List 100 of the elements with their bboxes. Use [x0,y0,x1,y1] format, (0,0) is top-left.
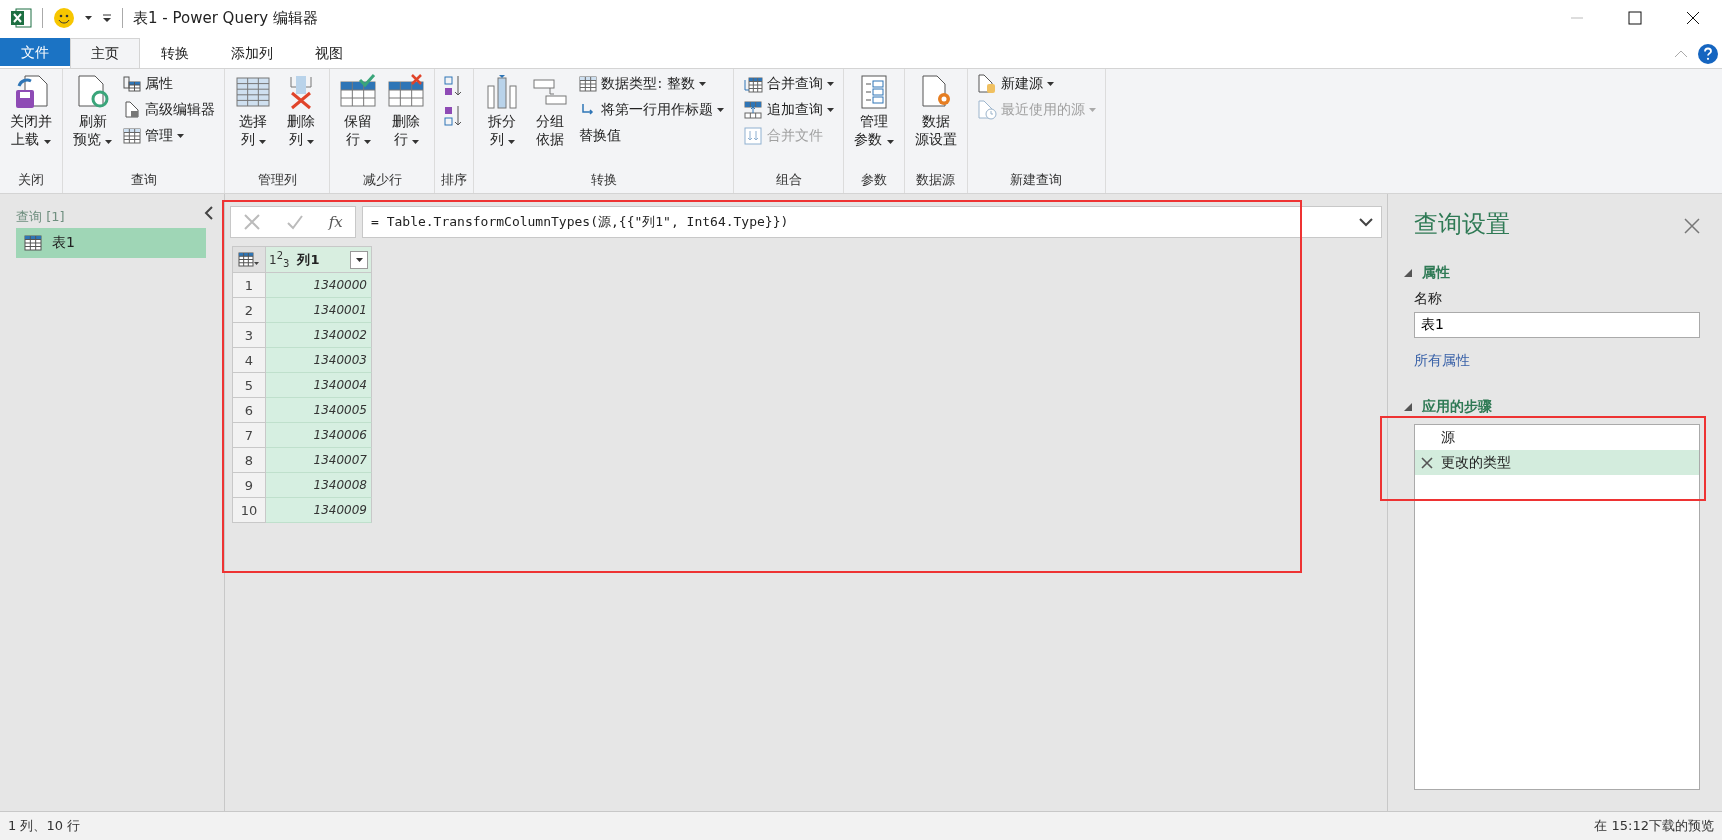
table-cell: 1340006 [266,423,372,448]
ribbon-button[interactable]: 替换值 [576,124,728,148]
ribbon-button[interactable]: 选择 列 [231,72,276,150]
row-number: 10 [232,498,266,523]
row-number: 3 [232,323,266,348]
close-icon [1686,11,1700,25]
table-cell: 1340009 [266,498,372,523]
properties-icon [123,75,142,93]
ribbon-button[interactable]: 管理 [120,124,219,148]
table-icon [579,75,598,93]
expand-triangle-icon [1404,269,1412,277]
combine-files-icon [743,126,764,146]
row-number: 8 [232,448,266,473]
ribbon-button[interactable]: 拆分 列 [480,72,525,150]
ribbon-button[interactable]: 删除 列 [279,72,324,150]
sort-ascending-icon [443,74,464,98]
ribbon-button[interactable]: 新建源 [973,72,1099,96]
close-icon [1684,218,1700,234]
save-close-icon [13,74,49,110]
ribbon-button[interactable]: 高级编辑器 [120,98,219,122]
merge-icon [743,74,764,94]
ribbon-button[interactable]: 将第一行用作标题 [576,98,728,122]
ribbon-tab[interactable]: 文件 [0,38,70,66]
group-label: 参数 [860,171,889,189]
field-label: 名称 [1414,290,1443,308]
function-button[interactable]: fx [328,213,343,231]
group-label: 查询 [129,171,158,189]
row-number: 4 [232,348,266,373]
recent-source-icon [976,100,997,120]
step-item[interactable]: 源 [1415,425,1699,450]
table-cell: 1340002 [266,323,372,348]
collapse-ribbon-icon [1674,49,1688,59]
ribbon-button[interactable]: 分组 依据 [528,72,573,150]
table-cell: 1340005 [266,398,372,423]
ribbon-tab[interactable]: 主页 [70,38,140,68]
row-number: 7 [232,423,266,448]
collapse-button[interactable] [202,204,216,222]
document-edit-icon [123,101,142,119]
filter-button[interactable] [350,250,368,269]
group-label: 管理列 [256,171,298,189]
table-icon [24,235,42,251]
append-icon [743,100,764,120]
customize-toolbar-icon [102,13,112,23]
window-title: 表1 - Power Query 编辑器 [133,8,318,28]
table-icon [238,251,260,268]
group-label: 转换 [589,171,618,189]
query-item[interactable]: 表1 [16,228,206,258]
caret-icon [85,16,92,20]
row-number: 1 [232,273,266,298]
table-cell: 1340007 [266,448,372,473]
column-name: 列1 [297,250,321,269]
chevron-left-icon [204,206,214,220]
help-icon[interactable] [1698,44,1718,64]
ribbon-button[interactable]: 合并查询 [740,72,838,96]
formula-field[interactable]: = Table.TransformColumnTypes(源,{{"列1", Int64.Type}}) [362,206,1382,238]
expand-triangle-icon [1404,403,1412,411]
ribbon-button[interactable]: 刷新 预览 [69,72,117,150]
group-label: 减少行 [361,171,403,189]
chevron-down-icon [1359,217,1373,227]
table-cell: 1340000 [266,273,372,298]
section-header: 属性 [1422,264,1450,282]
ribbon-button[interactable]: 管理 参数 [850,72,898,150]
table-menu-button[interactable] [232,246,266,273]
section-header: 应用的步骤 [1422,398,1492,416]
ribbon-button[interactable]: 追加查询 [740,98,838,122]
row-number: 6 [232,398,266,423]
pane-title: 查询 [1] [16,208,66,226]
group-label: 排序 [441,171,468,189]
status-text: 1 列、10 行 [8,817,81,835]
sort-descending-icon [443,104,464,128]
column-select-icon [235,74,272,110]
table-cell: 1340003 [266,348,372,373]
maximize-icon [1628,11,1642,25]
table-icon [123,127,142,145]
ribbon-button[interactable]: 删除 行 [384,72,429,150]
rows-keep-icon [340,74,377,110]
row-number: 9 [232,473,266,498]
group-label: 数据源 [915,171,957,189]
ribbon-button[interactable]: 数据类型: 整数 [576,72,728,96]
close-button[interactable] [1684,218,1700,234]
group-label: 新建查询 [1009,171,1064,189]
all-properties-link[interactable]: 所有属性 [1414,352,1700,370]
row-number: 5 [232,373,266,398]
ribbon-button[interactable]: 属性 [120,72,219,96]
group-label: 组合 [774,171,803,189]
row-number: 2 [232,298,266,323]
table-cell: 1340001 [266,298,372,323]
panel-title: 查询设置 [1414,209,1510,240]
status-text: 在 15:12下载的预览 [1594,817,1714,835]
ribbon-button[interactable]: 数据 源设置 [910,72,961,150]
new-source-icon [976,74,997,94]
ribbon-button[interactable]: 保留 行 [336,72,381,150]
step-item[interactable]: 更改的类型 [1415,450,1699,475]
ribbon-button[interactable]: 关闭并 上载 [6,72,56,150]
table-cell: 1340008 [266,473,372,498]
caret-icon [355,257,363,262]
smiley-icon [53,7,75,29]
excel-logo-icon [10,7,32,29]
name-field[interactable]: 表1 [1414,312,1700,338]
column-header[interactable]: 1$^{2}$$_{3}$ 列1 [266,246,372,273]
